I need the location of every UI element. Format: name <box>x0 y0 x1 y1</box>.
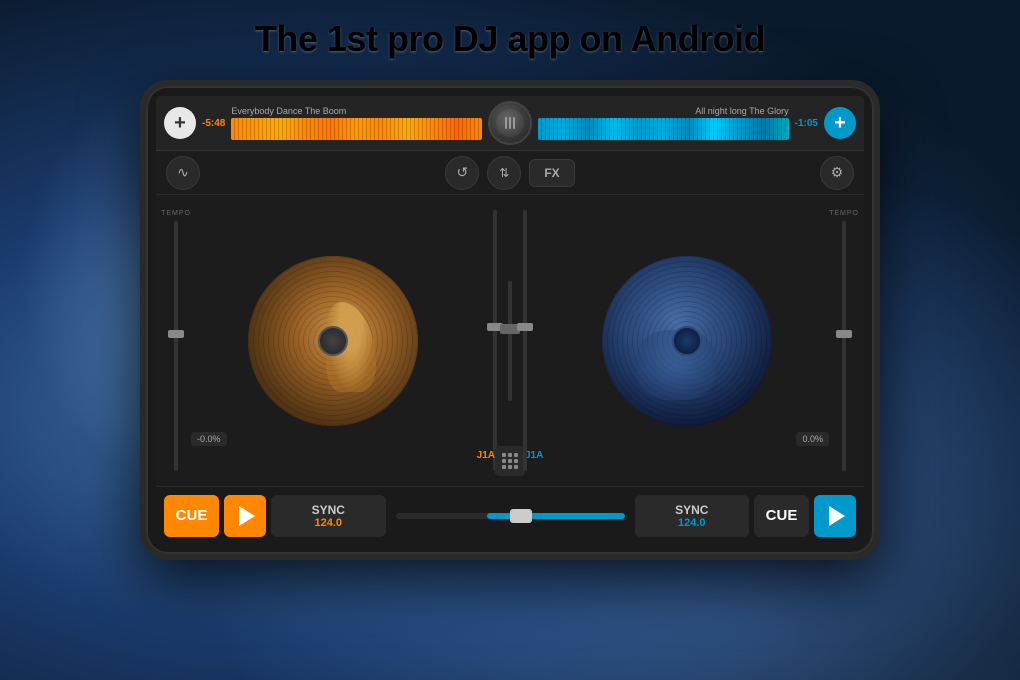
play-icon-right <box>829 506 845 526</box>
dj-app: + -5:48 Everybody Dance The Boom <box>156 96 864 544</box>
wave-icon: ∿ <box>177 164 189 181</box>
pitch-slider-right-left[interactable] <box>515 210 535 471</box>
loop-icon: ↺ <box>456 164 468 181</box>
deck-left-time: -5:48 <box>202 118 225 129</box>
fx-label: FX <box>544 166 559 180</box>
play-button-left[interactable] <box>224 495 266 537</box>
pitch-handle-left[interactable] <box>168 330 184 338</box>
grid-dot-4 <box>502 459 506 463</box>
pitch-slider-right[interactable]: TEMPO <box>834 210 854 471</box>
tempo-label-right: TEMPO <box>829 210 859 217</box>
sync-bpm-left: 124.0 <box>314 517 342 529</box>
tablet-screen: + -5:48 Everybody Dance The Boom <box>156 96 864 544</box>
vinyl-center-left <box>318 326 348 356</box>
pitch-handle-right[interactable] <box>836 330 852 338</box>
deck-left-track-name: Everybody Dance The Boom <box>231 106 482 116</box>
crossfader-container <box>391 495 630 537</box>
deck-right-waveform[interactable] <box>538 118 789 140</box>
crossfader-fill <box>487 513 624 519</box>
deck-right-time: -1:05 <box>795 118 818 129</box>
deck-right-track-area: All night long The Glory <box>538 106 789 140</box>
pitch-track-right1 <box>523 210 527 471</box>
settings-icon: ⚙ <box>831 164 844 181</box>
pitch-track-right <box>842 221 846 471</box>
sync-bpm-right: 124.0 <box>678 517 706 529</box>
eq-icon: ⇅ <box>499 166 509 180</box>
knob-line-3 <box>513 117 515 129</box>
add-left-button[interactable]: + <box>164 107 196 139</box>
waveform-button[interactable]: ∿ <box>166 156 200 190</box>
grid-dot-1 <box>502 453 506 457</box>
pitch-handle-right1[interactable] <box>517 323 533 331</box>
grid-dot-7 <box>502 465 506 469</box>
deck-area: TEMPO -0.0% <box>156 195 864 486</box>
sync-label-left: SYNC <box>312 503 345 517</box>
eq-button[interactable]: ⇅ <box>487 156 521 190</box>
fx-button[interactable]: FX <box>529 159 574 187</box>
loop-button[interactable]: ↺ <box>445 156 479 190</box>
vinyl-center-right <box>672 326 702 356</box>
add-right-button[interactable]: + <box>824 107 856 139</box>
knob-line-1 <box>505 117 507 129</box>
sync-label-right: SYNC <box>675 503 708 517</box>
deck-left-track-area: Everybody Dance The Boom <box>231 106 482 140</box>
cue-button-right[interactable]: CUE <box>754 495 809 537</box>
track-id-left: J1A <box>477 450 495 461</box>
pitch-slider-left[interactable]: TEMPO <box>166 210 186 471</box>
top-bar: + -5:48 Everybody Dance The Boom <box>156 96 864 151</box>
play-icon-left <box>239 506 255 526</box>
vinyl-right[interactable] <box>602 256 772 426</box>
deck-right: 0.0% TEMPO <box>510 195 864 486</box>
app-headline: The 1st pro DJ app on Android <box>0 18 1020 60</box>
pitch-display-right: 0.0% <box>796 432 829 446</box>
deck-left-waveform[interactable] <box>231 118 482 140</box>
deck-right-track-name: All night long The Glory <box>538 106 789 116</box>
settings-button[interactable]: ⚙ <box>820 156 854 190</box>
controls-row: ∿ ↺ ⇅ FX ⚙ <box>156 151 864 195</box>
crossfader-track <box>396 513 625 519</box>
pitch-track-left <box>174 221 178 471</box>
bottom-bar: CUE SYNC 124.0 SYNC <box>156 486 864 544</box>
cue-button-left[interactable]: CUE <box>164 495 219 537</box>
pitch-display-left: -0.0% <box>191 432 227 446</box>
vinyl-left[interactable] <box>248 256 418 426</box>
knob-lines <box>505 117 515 129</box>
knob-line-2 <box>509 117 511 129</box>
sync-button-right[interactable]: SYNC 124.0 <box>635 495 750 537</box>
tablet-device: + -5:48 Everybody Dance The Boom <box>140 80 880 560</box>
tempo-label-left: TEMPO <box>161 210 191 217</box>
center-knob[interactable] <box>488 101 532 145</box>
sync-button-left[interactable]: SYNC 124.0 <box>271 495 386 537</box>
deck-left: TEMPO -0.0% <box>156 195 510 486</box>
center-knob-inner <box>496 109 524 137</box>
crossfader-handle[interactable] <box>510 509 532 523</box>
play-button-right[interactable] <box>814 495 856 537</box>
